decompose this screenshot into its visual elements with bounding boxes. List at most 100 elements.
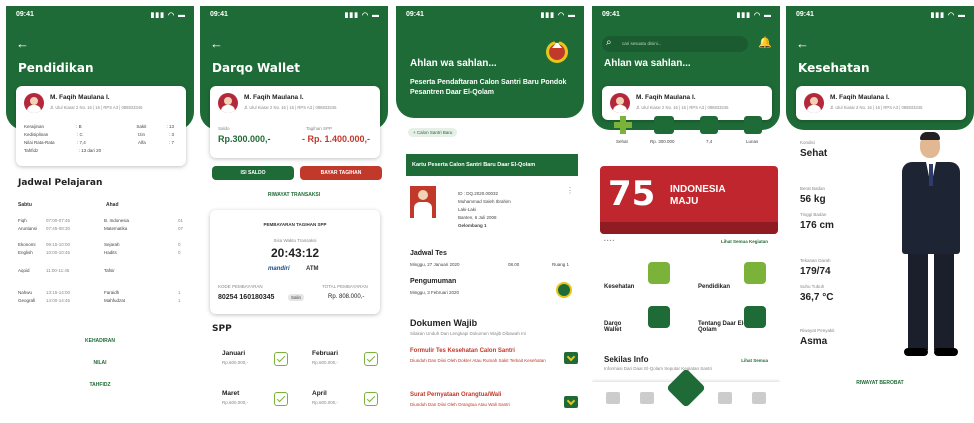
nav-schedule-icon[interactable]	[640, 392, 654, 404]
paid-check-icon	[274, 392, 288, 406]
time: 07:45-08:30	[46, 226, 71, 231]
stat-value: : 7,4	[76, 140, 86, 145]
countdown-timer: 20:43:12	[270, 246, 320, 260]
tagihan-value: - Rp. 1.400.000,-	[302, 134, 371, 144]
health-plus-icon[interactable]	[614, 116, 632, 134]
subject: B. Indonesia	[104, 218, 130, 223]
quick-label: Lunas	[746, 139, 759, 144]
tahfidz-link[interactable]: TAHFIDZ	[6, 382, 194, 388]
month-amount: Rp.600.000,-	[222, 360, 249, 365]
menu-kesehatan[interactable]: Kesehatan	[604, 284, 634, 290]
menu-wallet[interactable]: Darqo Wallet	[604, 321, 638, 333]
greeting: Ahlan wa sahlan...	[410, 58, 497, 69]
field-label: Kondisi	[800, 140, 815, 145]
field-label: Tekanan Darah	[800, 258, 831, 263]
student-photo	[410, 186, 436, 218]
jadwal-date: Minggu, 27 Januari 2020	[410, 262, 460, 267]
back-arrow-icon[interactable]: ←	[210, 36, 223, 51]
bill-book-icon[interactable]	[744, 116, 762, 134]
pendidikan-menu-icon[interactable]	[744, 262, 766, 284]
search-input[interactable]: cari sesuatu disini...	[622, 41, 662, 46]
status-time: 09:41	[796, 11, 814, 18]
riwayat-transaksi-link[interactable]: RIWAYAT TRANSAKSI	[200, 192, 388, 198]
stat-value: : 13 dari 20	[78, 148, 102, 153]
doc2-title[interactable]: Surat Pernyataan Orangtua/Wali	[410, 392, 501, 398]
field-label: Tinggi Badan	[800, 212, 827, 217]
stat-row: Tahfidz: 13 dari 20	[24, 148, 174, 153]
page-title: Pendidikan	[18, 61, 94, 75]
wallet-icon[interactable]	[654, 116, 674, 134]
riwayat-berobat-link[interactable]: RIWAYAT BEROBAT	[786, 380, 974, 386]
time: 14:00-14:45	[46, 298, 71, 303]
user-address: Jl. Ulul Kiarar 2 No. 16 | 16 | RPS A3 |…	[244, 105, 337, 110]
see-all-info-link[interactable]: Lihat Semua	[741, 358, 768, 363]
dokumen-subtitle: Silakan Unduh Dan Lengkapi Dokumen Wajib…	[410, 331, 526, 336]
school-logo-icon	[544, 36, 570, 66]
va-number: 80254 160180345	[218, 294, 275, 301]
time: 09:15-10:00	[46, 242, 71, 247]
nilai-link[interactable]: NILAI	[6, 360, 194, 366]
nav-chat-icon[interactable]	[718, 392, 732, 404]
isi-saldo-button[interactable]: ISI SALDO	[212, 166, 294, 180]
figure-leg-left	[908, 254, 928, 350]
more-options-icon[interactable]: ⋮	[566, 186, 574, 195]
kehadiran-link[interactable]: KEHADIRAN	[6, 338, 194, 344]
screen-registration: 09:41 ▮▮▮ ◠ ▬ Ahlan wa sahlan... Peserta …	[396, 6, 584, 418]
back-arrow-icon[interactable]: ←	[16, 36, 29, 51]
id-line: Laki-Laki	[458, 207, 477, 212]
event-banner[interactable]: 75 INDONESIA MAJU	[600, 166, 778, 234]
copy-button[interactable]: Salin	[288, 294, 305, 301]
wallet-menu-icon[interactable]	[648, 306, 670, 328]
saldo-label: Saldo	[218, 126, 230, 131]
grade-book-icon[interactable]	[700, 116, 718, 134]
bell-icon[interactable]: 🔔	[758, 36, 772, 49]
download-icon[interactable]	[564, 396, 578, 408]
calon-santri-chip[interactable]: + Calon Santri Baru	[408, 128, 458, 137]
figure-hair	[920, 132, 940, 140]
status-time: 09:41	[406, 11, 424, 18]
nav-center-logo-icon[interactable]	[666, 368, 706, 408]
status-time: 09:41	[602, 11, 620, 18]
subject: Mahfudzat	[104, 298, 126, 303]
carousel-dots: • • • •	[604, 238, 615, 243]
field-label: Suhu Tubuh	[800, 284, 825, 289]
doc1-title[interactable]: Formulir Tes Kesehatan Calon Santri	[410, 348, 515, 354]
avatar	[24, 93, 44, 113]
time: 11:00-11:45	[46, 268, 70, 273]
paid-check-icon	[364, 352, 378, 366]
download-icon[interactable]	[564, 352, 578, 364]
schedule-row: Nahwu 13:15-14:00 Faraidh 1	[18, 290, 190, 298]
bayar-tagihan-button[interactable]: BAYAR TAGIHAN	[300, 166, 382, 180]
time-left-label: Sisa Waktu Transaksi	[273, 238, 317, 243]
back-arrow-icon[interactable]: ←	[796, 36, 809, 51]
status-time: 09:41	[16, 11, 34, 18]
stat-label	[141, 148, 161, 153]
time: 0	[178, 242, 181, 247]
kesehatan-menu-icon[interactable]	[648, 262, 670, 284]
subject: Faraidh	[104, 290, 120, 295]
schedule-row: Aqoid 11:00-11:45 Tafsir	[18, 268, 190, 290]
user-name: M. Faqih Maulana I.	[50, 94, 110, 101]
nav-profile-icon[interactable]	[752, 392, 766, 404]
screen-wallet: 09:41 ▮▮▮ ◠ ▬ ← Darqo Wallet M. Faqih Mau…	[200, 6, 388, 418]
stat-value: : B	[76, 124, 82, 129]
schedule-row: Aruntansi 07:45-08:30 Matematika 07	[18, 226, 190, 242]
figure-shoe-right	[934, 348, 958, 356]
see-all-events-link[interactable]: Lihat Semua Kegiatan	[721, 239, 768, 244]
subject: Geografi	[18, 298, 36, 303]
greeting: Ahlan wa sahlan...	[604, 58, 691, 69]
field-value: 36,7 °C	[800, 292, 834, 303]
figure-leg-right	[934, 254, 954, 350]
va-label: KODE PEMBAYARAN	[218, 284, 263, 289]
figure-tie	[929, 164, 933, 186]
pengumuman-date: Minggu, 3 Februari 2020	[410, 290, 460, 295]
schedule-list: Fiqh 07:00-07:45 B. Indonesia 01 Aruntansi 0…	[18, 218, 190, 306]
nav-home-icon[interactable]	[606, 392, 620, 404]
school-menu-icon[interactable]	[744, 306, 766, 328]
avatar	[804, 93, 824, 113]
menu-pendidikan[interactable]: Pendidikan	[698, 284, 730, 290]
search-bar[interactable]: ⌕ cari sesuatu disini...	[602, 36, 748, 52]
menu-tentang[interactable]: Tentang Daar El-Qolam	[698, 321, 750, 333]
figure-shoe-left	[904, 348, 928, 356]
user-address: Jl. Ulul Kiarar 2 No. 16 | 16 | RPS A3 |…	[50, 105, 143, 110]
